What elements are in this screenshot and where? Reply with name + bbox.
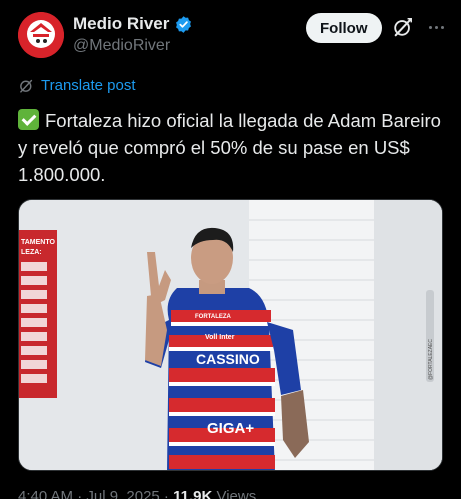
avatar-logo-icon: [18, 12, 64, 58]
player-photo: TAMENTO LEZA: @FORTALEZAEC FORTALEZA Vol…: [19, 200, 442, 470]
grok-icon[interactable]: [392, 16, 414, 38]
post-text: Fortaleza hizo oficial la llegada de Ada…: [18, 107, 446, 188]
follow-button[interactable]: Follow: [306, 13, 382, 43]
board-title-1: TAMENTO: [21, 239, 56, 246]
views-label: Views: [212, 488, 257, 499]
views-count: 11.9K: [173, 488, 213, 499]
post-timestamp[interactable]: 4:40 AM · Jul 9, 2025 ·: [18, 488, 173, 499]
post-image[interactable]: TAMENTO LEZA: @FORTALEZAEC FORTALEZA Vol…: [18, 199, 443, 471]
jersey-brand-2: Voll Inter: [205, 334, 235, 341]
handle[interactable]: @MedioRiver: [73, 37, 170, 55]
board-title-2: LEZA:: [21, 249, 42, 256]
jersey-brand-1: FORTALEZA: [195, 314, 232, 320]
display-name[interactable]: Medio River: [73, 14, 169, 34]
translate-icon: [20, 79, 33, 93]
name-row: Medio River: [73, 14, 193, 34]
more-icon[interactable]: [425, 16, 447, 38]
post-header: Medio River @MedioRiver Follow: [18, 12, 448, 62]
check-emoji-icon: [18, 109, 39, 130]
side-tag: @FORTALEZAEC: [428, 339, 434, 380]
avatar[interactable]: [18, 12, 64, 58]
jersey-sponsor-2: GIGA+: [207, 420, 254, 437]
post-footer: 4:40 AM · Jul 9, 2025 · 11.9K Views: [18, 488, 256, 499]
translate-label: Translate post: [41, 77, 136, 94]
verified-badge-icon: [176, 15, 192, 33]
jersey-sponsor: CASSINO: [196, 351, 260, 367]
post-text-body: Fortaleza hizo oficial la llegada de Ada…: [18, 110, 441, 185]
translate-post[interactable]: Translate post: [18, 77, 136, 94]
